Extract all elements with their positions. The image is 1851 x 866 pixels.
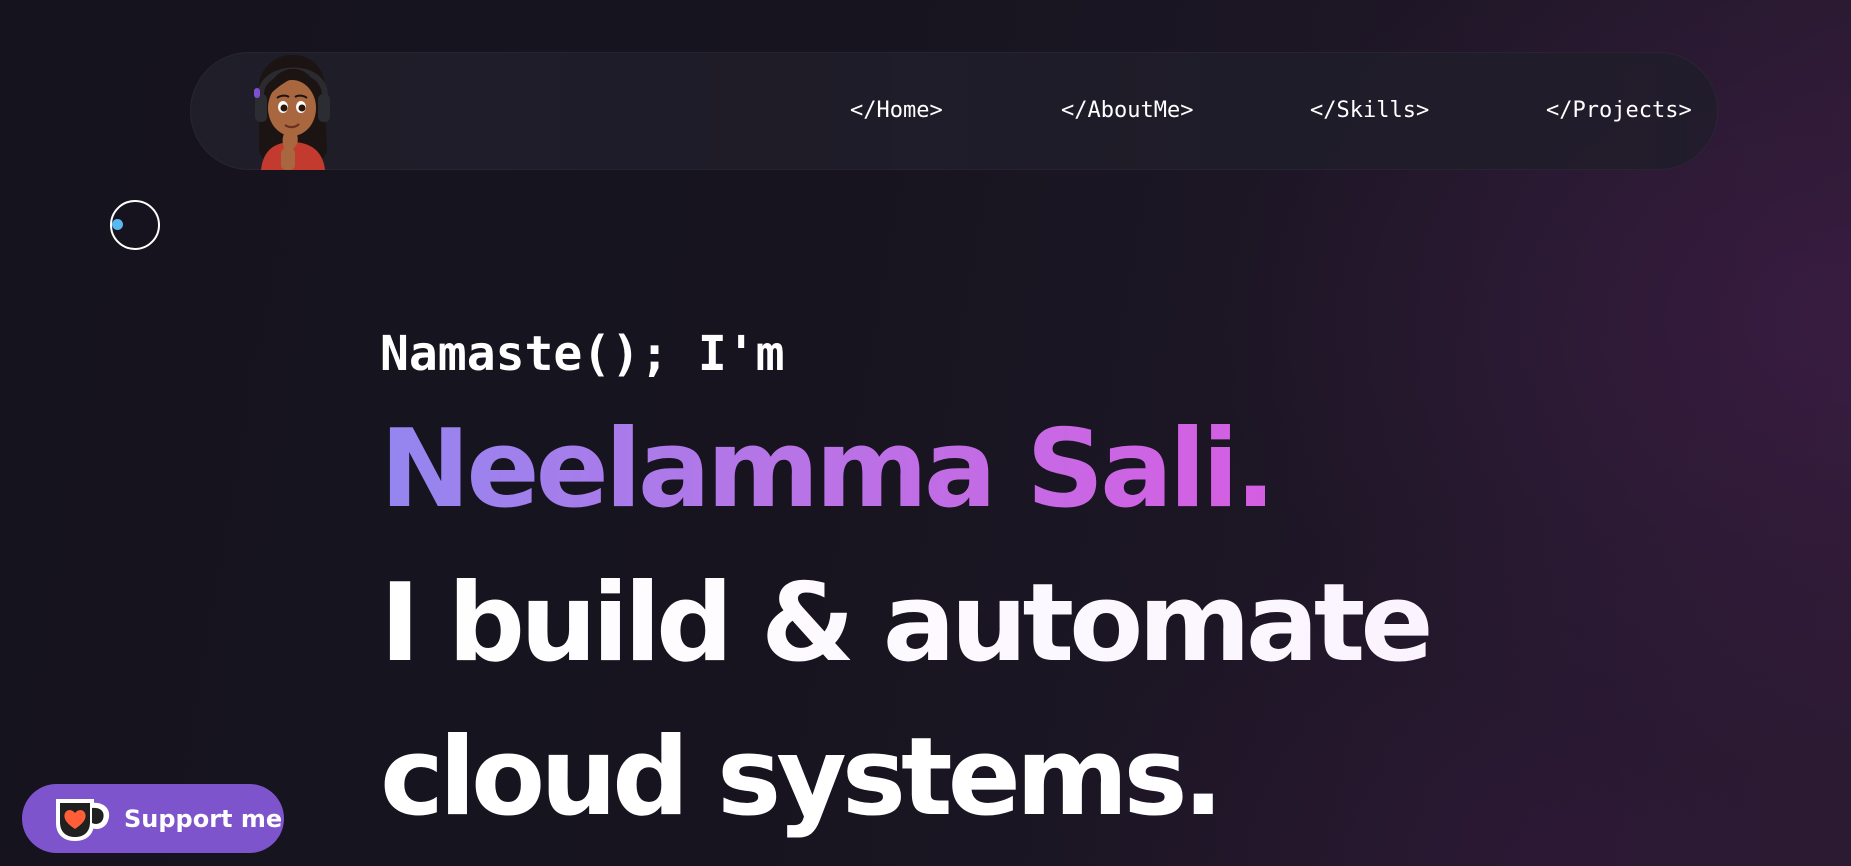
avatar-illustration <box>254 54 330 170</box>
nav-link-home[interactable]: </Home> <box>850 96 943 126</box>
avatar[interactable] <box>247 52 337 170</box>
hero-tagline-line-2: cloud systems. <box>380 715 1224 840</box>
nav-link-projects[interactable]: </Projects> <box>1546 96 1692 126</box>
support-me-label: Support me <box>124 804 283 833</box>
hero-name: Neelamma Sali. <box>380 405 1276 535</box>
support-me-button[interactable]: Support me <box>22 784 284 853</box>
hero-tagline-line-1: I build & automate <box>380 559 1434 689</box>
nav-link-about-me[interactable]: </AboutMe> <box>1061 96 1193 126</box>
coffee-cup-heart-icon <box>50 793 114 845</box>
nav-link-skills[interactable]: </Skills> <box>1310 96 1429 126</box>
hero-greeting: Namaste(); I'm <box>380 326 785 382</box>
navbar <box>190 52 1718 170</box>
cursor-dot <box>112 219 123 230</box>
